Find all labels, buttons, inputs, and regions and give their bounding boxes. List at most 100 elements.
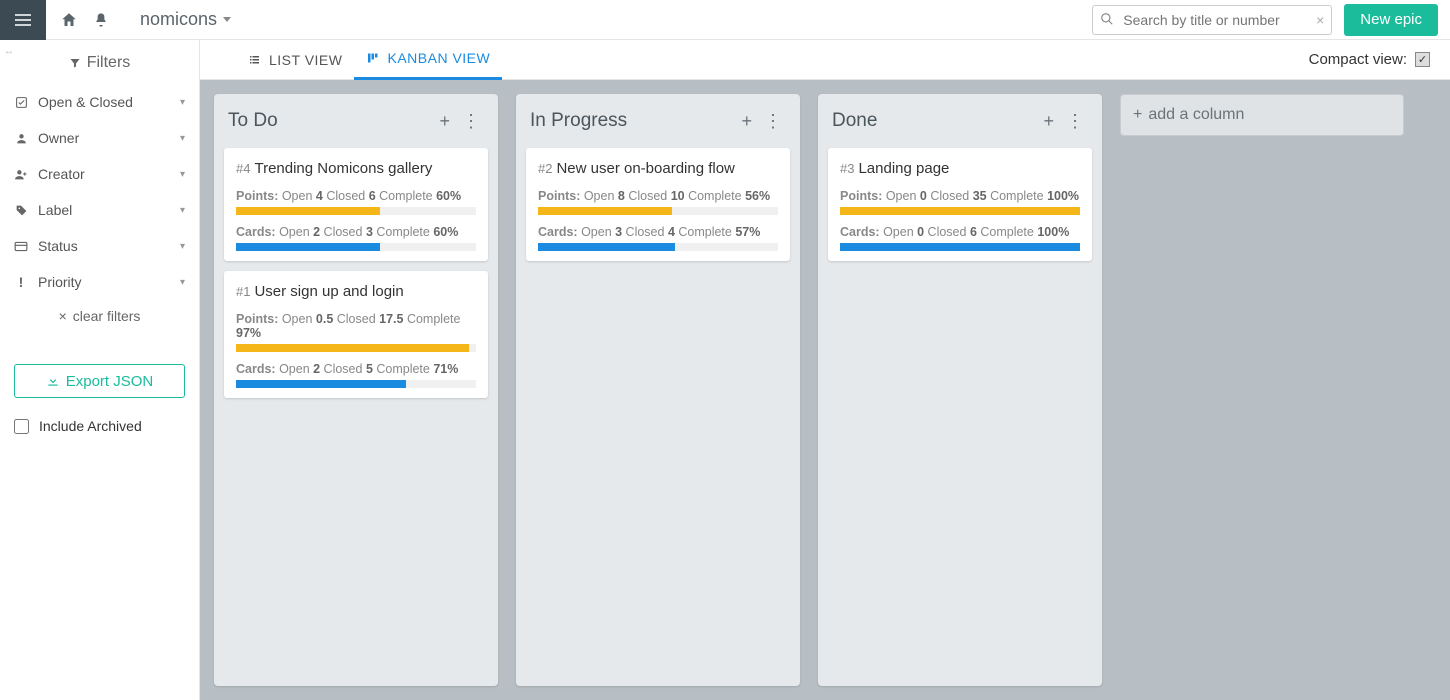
- kanban-column: To Do+⋮#4Trending Nomicons galleryPoints…: [214, 94, 498, 686]
- card-number: #1: [236, 284, 250, 299]
- top-bar: nomicons × New epic: [0, 0, 1450, 40]
- card-title: #3 Landing page: [840, 160, 1080, 177]
- notifications-icon[interactable]: [92, 11, 110, 29]
- include-archived-checkbox[interactable]: [14, 419, 29, 434]
- sidebar-drag-handle[interactable]: ↔: [4, 46, 16, 57]
- filter-creator[interactable]: Creator ▾: [14, 156, 185, 192]
- points-line: Points: Open 8 Closed 10 Complete 56%: [538, 189, 778, 203]
- epic-card[interactable]: #1 User sign up and login Points: Open 0.5…: [224, 271, 488, 398]
- clear-filters-button[interactable]: × clear filters: [14, 300, 185, 338]
- content-area: LIST VIEW KANBAN VIEW Compact view: ✓ To…: [200, 40, 1450, 700]
- download-icon: [46, 374, 60, 388]
- search-icon: [1100, 12, 1114, 26]
- kanban-column: In Progress +⋮ #2New user on-boarding flow…: [516, 94, 800, 686]
- filter-status[interactable]: Status ▾: [14, 228, 185, 264]
- filter-priority[interactable]: ! Priority ▾: [14, 264, 185, 300]
- chevron-down-icon: ▾: [180, 277, 185, 288]
- column-menu-button[interactable]: ⋮: [760, 107, 786, 136]
- filter-label: Creator: [38, 166, 85, 182]
- column-title: In Progress: [530, 110, 627, 132]
- points-progress: [840, 207, 1080, 215]
- list-icon: [248, 54, 261, 66]
- export-json-button[interactable]: Export JSON: [14, 364, 185, 398]
- filter-label: Label: [38, 202, 72, 218]
- column-menu-button[interactable]: ⋮: [1062, 107, 1088, 136]
- chevron-down-icon: ▾: [180, 205, 185, 216]
- column-menu-button[interactable]: ⋮: [458, 107, 484, 136]
- home-icon[interactable]: [60, 11, 78, 29]
- points-line: Points: Open 0.5 Closed 17.5 Complete 97…: [236, 312, 476, 340]
- cards-line: Cards: Open 3 Closed 4 Complete 57%: [538, 225, 778, 239]
- plus-icon: +: [1133, 106, 1142, 124]
- kanban-board: To Do+⋮#4Trending Nomicons galleryPoints…: [200, 80, 1450, 700]
- card-title: #2New user on-boarding flow: [538, 160, 778, 177]
- filters-heading: Filters: [14, 50, 185, 84]
- epic-card[interactable]: #2New user on-boarding flow Points: Open …: [526, 148, 790, 261]
- compact-view-label: Compact view:: [1309, 51, 1407, 68]
- view-tabs: LIST VIEW KANBAN VIEW Compact view: ✓: [200, 40, 1450, 80]
- add-card-button[interactable]: +: [1039, 107, 1058, 136]
- card-number: #4: [236, 161, 250, 176]
- card-title: #1 User sign up and login: [236, 283, 476, 300]
- add-card-button[interactable]: +: [435, 107, 454, 136]
- include-archived-label: Include Archived: [39, 418, 142, 434]
- filter-open-closed[interactable]: Open & Closed ▾: [14, 84, 185, 120]
- filter-icon: [69, 57, 81, 69]
- tab-list-label: LIST VIEW: [269, 52, 342, 68]
- epic-card[interactable]: #3 Landing page Points: Open 0 Closed 35 C…: [828, 148, 1092, 261]
- card-title-text: Landing page: [858, 160, 949, 177]
- tab-kanban-view[interactable]: KANBAN VIEW: [354, 40, 502, 80]
- tag-icon: [14, 204, 28, 217]
- filter-label: Priority: [38, 274, 82, 290]
- top-bar-left: nomicons: [46, 9, 231, 30]
- cards-progress: [840, 243, 1080, 251]
- filter-label: Owner: [38, 130, 79, 146]
- search-box: ×: [1092, 5, 1332, 35]
- card-number: #3: [840, 161, 854, 176]
- card-title-text: User sign up and login: [254, 283, 403, 300]
- cards-line: Cards: Open 2 Closed 5 Complete 71%: [236, 362, 476, 376]
- hamburger-button[interactable]: [0, 0, 46, 40]
- filter-label: Status: [38, 238, 78, 254]
- kanban-icon: [366, 52, 379, 64]
- search-input[interactable]: [1092, 5, 1332, 35]
- filter-label[interactable]: Label ▾: [14, 192, 185, 228]
- filter-owner[interactable]: Owner ▾: [14, 120, 185, 156]
- chevron-down-icon: ▾: [180, 169, 185, 180]
- compact-view-toggle[interactable]: Compact view: ✓: [1309, 51, 1430, 68]
- compact-view-checkbox[interactable]: ✓: [1415, 52, 1430, 67]
- user-icon: [14, 132, 28, 145]
- hamburger-icon: [15, 14, 31, 26]
- check-square-icon: [14, 96, 28, 109]
- export-json-label: Export JSON: [66, 373, 154, 390]
- card-icon: [14, 241, 28, 252]
- close-icon: ×: [59, 308, 67, 324]
- clear-search-icon[interactable]: ×: [1316, 12, 1324, 28]
- cards-progress: [236, 243, 476, 251]
- clear-filters-label: clear filters: [73, 308, 141, 324]
- points-progress: [538, 207, 778, 215]
- tab-kanban-label: KANBAN VIEW: [387, 50, 490, 66]
- chevron-down-icon: ▾: [180, 241, 185, 252]
- add-card-button[interactable]: +: [737, 107, 756, 136]
- project-selector[interactable]: nomicons: [124, 9, 231, 30]
- cards-line: Cards: Open 2 Closed 3 Complete 60%: [236, 225, 476, 239]
- user-plus-icon: [14, 168, 28, 181]
- points-line: Points: Open 0 Closed 35 Complete 100%: [840, 189, 1080, 203]
- add-column-button[interactable]: +add a column: [1120, 94, 1404, 136]
- project-name-label: nomicons: [140, 9, 217, 30]
- caret-down-icon: [223, 17, 231, 22]
- tab-list-view[interactable]: LIST VIEW: [236, 40, 354, 80]
- points-progress: [236, 207, 476, 215]
- points-line: Points: Open 4 Closed 6 Complete 60%: [236, 189, 476, 203]
- new-epic-button[interactable]: New epic: [1344, 4, 1438, 36]
- card-title: #4 Trending Nomicons gallery: [236, 160, 476, 177]
- card-title-text: New user on-boarding flow: [556, 160, 734, 177]
- epic-card[interactable]: #4 Trending Nomicons gallery Points: Open …: [224, 148, 488, 261]
- include-archived-toggle[interactable]: Include Archived: [14, 418, 185, 434]
- cards-progress: [538, 243, 778, 251]
- card-title-text: Trending Nomicons gallery: [254, 160, 432, 177]
- cards-progress: [236, 380, 476, 388]
- points-progress: [236, 344, 476, 352]
- kanban-column: Done+⋮#3Landing pagePoints: Open 0 Close…: [818, 94, 1102, 686]
